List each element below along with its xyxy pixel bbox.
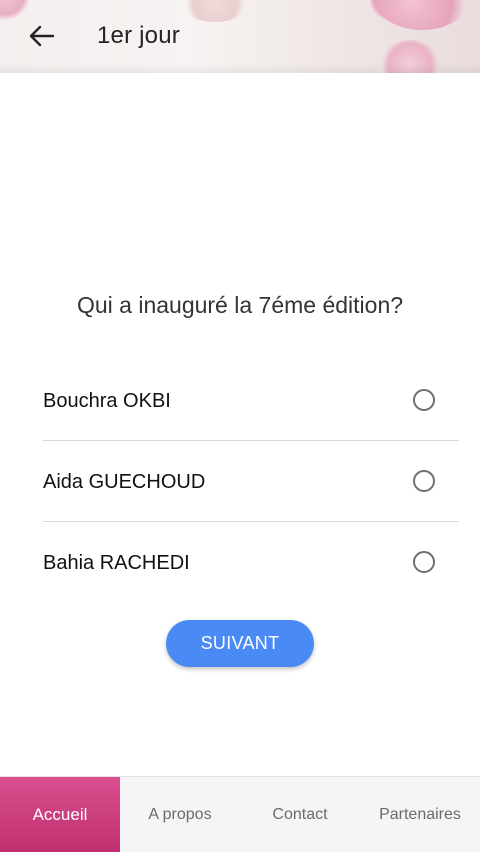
answer-option[interactable]: Aida GUECHOUD <box>43 441 459 522</box>
header-decoration <box>180 0 250 22</box>
radio-button[interactable] <box>413 470 435 492</box>
back-button[interactable] <box>26 22 58 50</box>
answer-option[interactable]: Bouchra OKBI <box>43 360 459 441</box>
header-decoration <box>372 0 472 30</box>
answer-option[interactable]: Bahia RACHEDI <box>43 522 459 603</box>
radio-button[interactable] <box>413 389 435 411</box>
page-title: 1er jour <box>97 22 180 49</box>
arrow-left-icon <box>29 25 55 47</box>
nav-item-accueil[interactable]: Accueil <box>0 777 120 852</box>
radio-button[interactable] <box>413 551 435 573</box>
answer-option-label: Aida GUECHOUD <box>43 471 206 493</box>
nav-item-partenaires[interactable]: Partenaires <box>360 777 480 852</box>
bottom-navigation: Accueil A propos Contact Partenaires <box>0 776 480 852</box>
answer-option-label: Bahia RACHEDI <box>43 552 190 574</box>
nav-item-a-propos[interactable]: A propos <box>120 777 240 852</box>
header-bar: 1er jour <box>0 0 480 73</box>
header-decoration <box>0 0 30 20</box>
answer-option-label: Bouchra OKBI <box>43 390 171 412</box>
answer-options: Bouchra OKBI Aida GUECHOUD Bahia RACHEDI <box>43 360 459 603</box>
next-button[interactable]: SUIVANT <box>166 620 314 667</box>
nav-item-contact[interactable]: Contact <box>240 777 360 852</box>
header-shadow <box>0 63 480 73</box>
quiz-question: Qui a inauguré la 7éme édition? <box>76 292 404 318</box>
